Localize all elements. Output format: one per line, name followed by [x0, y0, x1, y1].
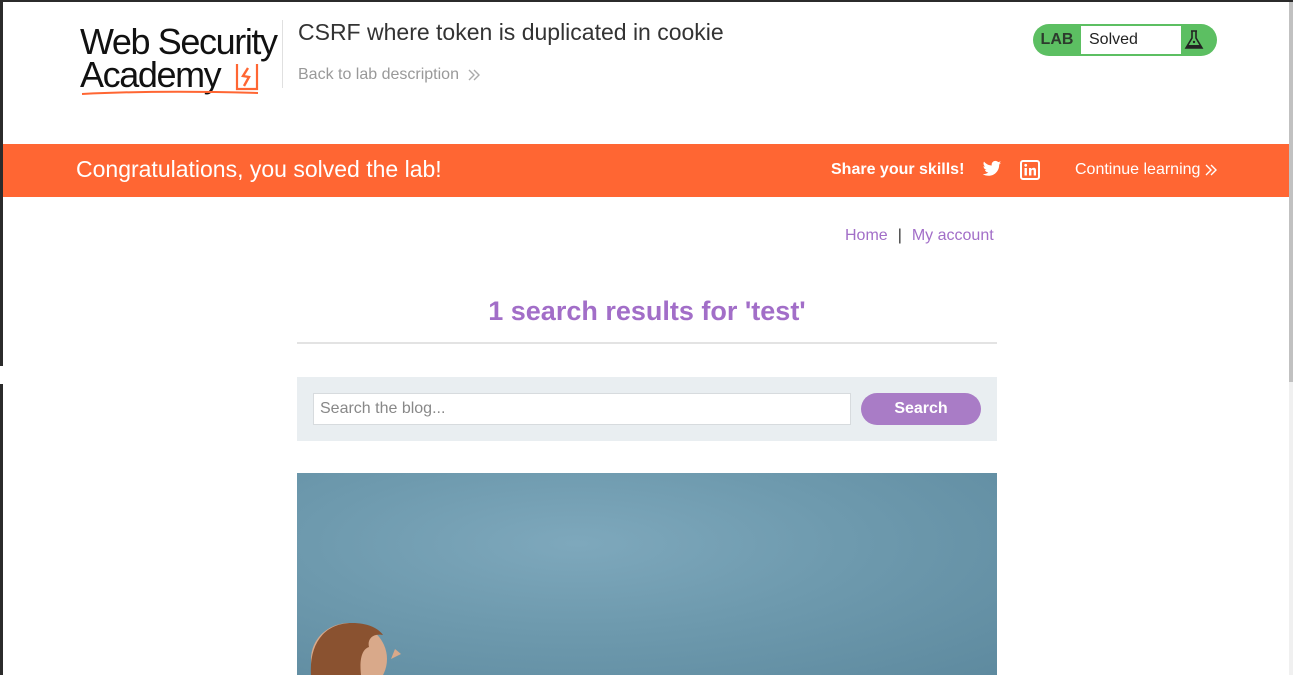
logo-text-line2: Academy — [80, 54, 222, 95]
top-navigation: Home | My account — [845, 227, 994, 245]
post-illustration — [310, 623, 401, 675]
linkedin-icon[interactable] — [1020, 160, 1040, 180]
lab-badge: LAB — [1040, 31, 1074, 48]
continue-learning-link[interactable]: Continue learning — [1075, 161, 1218, 179]
continue-learning-label: Continue learning — [1075, 161, 1201, 178]
page-scrollbar-thumb[interactable] — [1289, 2, 1293, 382]
lab-status-value: Solved — [1081, 26, 1181, 54]
share-skills-label: Share your skills! — [831, 161, 965, 178]
header-divider — [282, 20, 283, 88]
lab-header: Web Security Academy CSRF where token is… — [3, 2, 1289, 144]
heading-divider — [297, 342, 997, 344]
solved-banner: Congratulations, you solved the lab! Sha… — [3, 144, 1289, 197]
back-link-label: Back to lab description — [298, 66, 459, 83]
nav-my-account-link[interactable]: My account — [912, 227, 994, 245]
blog-search-form: Search — [297, 377, 997, 441]
double-chevron-right-icon — [468, 69, 480, 81]
search-results-heading: 1 search results for 'test' — [488, 296, 806, 326]
search-button[interactable]: Search — [861, 393, 981, 425]
post-image[interactable] — [297, 473, 997, 675]
twitter-icon[interactable] — [982, 160, 1002, 178]
lab-status-widget: LAB Solved — [1033, 24, 1217, 56]
double-chevron-right-icon — [1205, 164, 1218, 176]
back-to-lab-description-link[interactable]: Back to lab description — [298, 66, 481, 84]
nav-separator: | — [897, 227, 902, 244]
logo-bolt-icon — [235, 64, 259, 91]
flask-icon — [1184, 30, 1204, 49]
nav-home-link[interactable]: Home — [845, 227, 888, 245]
solved-message: Congratulations, you solved the lab! — [76, 156, 442, 182]
web-security-academy-logo[interactable]: Web Security Academy — [80, 22, 280, 98]
search-input[interactable] — [313, 393, 851, 425]
lab-title: CSRF where token is duplicated in cookie — [298, 19, 724, 45]
logo-underline-icon — [81, 90, 259, 95]
browser-viewport: Web Security Academy CSRF where token is… — [0, 0, 1293, 675]
